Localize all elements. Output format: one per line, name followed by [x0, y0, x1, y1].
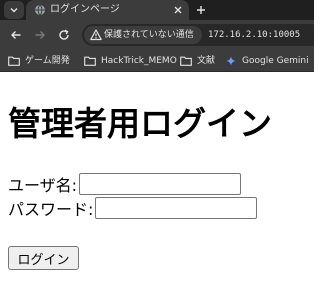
password-row: パスワード:: [8, 197, 258, 219]
bookmark-folder-literature[interactable]: 文献: [180, 54, 215, 68]
bookmark-folder-hacktrick[interactable]: HackTrick_MEMO: [84, 54, 177, 68]
back-arrow-icon: [11, 31, 21, 39]
username-label: ユーザ名:: [8, 176, 78, 195]
bookmark-google-gemini[interactable]: Google Gemini: [225, 54, 309, 68]
chevron-down-icon: [10, 8, 18, 13]
browser-toolbar: 保護されていない通信 172.16.2.10:10005: [0, 20, 314, 50]
folder-icon: [84, 56, 96, 66]
password-input[interactable]: [95, 197, 258, 219]
bookmark-folder-game-dev[interactable]: ゲーム開発: [8, 54, 70, 68]
bookmarks-bar: ゲーム開発 HackTrick_MEMO 文献 Google Gemini: [0, 50, 314, 72]
gemini-sparkle-icon: [226, 56, 236, 66]
address-bar[interactable]: 保護されていない通信 172.16.2.10:10005: [82, 24, 314, 46]
username-input[interactable]: [79, 173, 242, 195]
tab-search-button[interactable]: [4, 1, 24, 19]
forward-arrow-icon: [35, 31, 45, 39]
forward-button[interactable]: [32, 27, 48, 43]
tab-title: ログインページ: [50, 4, 120, 15]
back-button[interactable]: [8, 27, 24, 43]
reload-icon: [59, 29, 69, 40]
globe-icon: [35, 4, 45, 16]
tab-strip: ログインページ: [0, 0, 314, 20]
security-indicator[interactable]: 保護されていない通信: [84, 26, 202, 44]
username-row: ユーザ名:: [8, 173, 242, 195]
warning-icon: [90, 29, 102, 41]
reload-button[interactable]: [56, 27, 72, 43]
close-icon: [174, 6, 182, 14]
browser-window: ログインページ 保護されていない通信 172.16.2.10:10005 ゲーム…: [0, 0, 314, 281]
folder-icon: [8, 56, 20, 66]
page-title: 管理者用ログイン: [8, 104, 272, 143]
page-content: 管理者用ログイン ユーザ名: パスワード: ログイン: [0, 73, 314, 281]
url-text[interactable]: 172.16.2.10:10005: [208, 24, 300, 46]
new-tab-button[interactable]: [193, 2, 209, 18]
password-label: パスワード:: [8, 200, 94, 219]
active-tab[interactable]: ログインページ: [26, 0, 189, 20]
tab-close-button[interactable]: [171, 3, 185, 17]
folder-icon: [180, 56, 192, 66]
plus-icon: [197, 6, 205, 14]
security-text: 保護されていない通信: [104, 30, 194, 40]
login-button[interactable]: ログイン: [8, 246, 79, 270]
